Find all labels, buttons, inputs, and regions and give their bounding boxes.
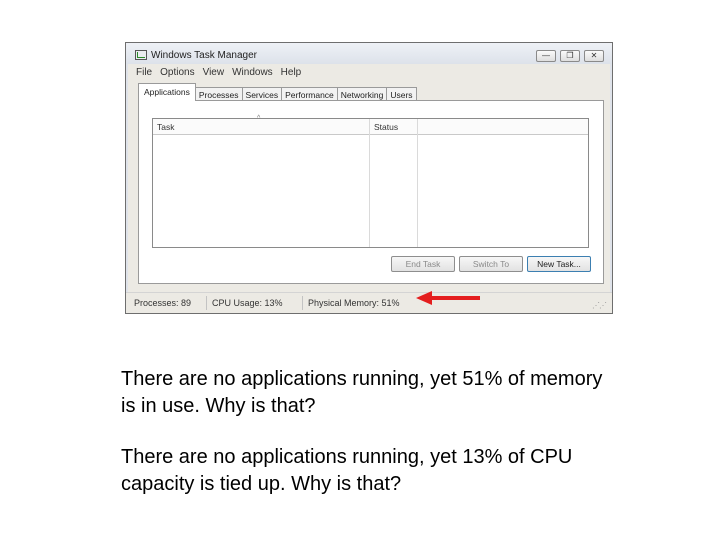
menu-help[interactable]: Help	[281, 67, 302, 81]
menu-file[interactable]: File	[136, 67, 152, 81]
status-processes: Processes: 89	[134, 298, 192, 308]
tab-applications[interactable]: Applications	[138, 83, 196, 101]
column-header-task[interactable]: Task	[157, 122, 174, 132]
tab-users[interactable]: Users	[386, 87, 417, 101]
task-manager-icon	[135, 50, 147, 60]
minimize-button[interactable]: —	[536, 50, 556, 62]
new-task-button[interactable]: New Task...	[527, 256, 591, 272]
title-bar[interactable]: Windows Task Manager — ❐ ✕	[126, 43, 612, 64]
close-button[interactable]: ✕	[584, 50, 604, 62]
caption-memory-question: There are no applications running, yet 5…	[121, 368, 603, 417]
status-divider	[302, 296, 303, 310]
task-list-header: ^ Task Status	[153, 115, 588, 135]
status-divider	[206, 296, 207, 310]
end-task-button[interactable]: End Task	[391, 256, 455, 272]
status-bar: Processes: 89 CPU Usage: 13% Physical Me…	[126, 292, 612, 313]
sort-arrow-icon: ^	[257, 115, 261, 122]
resize-grip-icon[interactable]: ⋰⋰	[592, 301, 607, 310]
red-arrow-icon	[416, 291, 480, 305]
tab-processes[interactable]: Processes	[194, 87, 243, 101]
column-divider	[417, 119, 418, 247]
menu-bar: File Options View Windows Help	[136, 67, 309, 81]
menu-windows[interactable]: Windows	[232, 67, 273, 81]
task-manager-window: Windows Task Manager — ❐ ✕ File Options …	[125, 42, 613, 314]
window-title: Windows Task Manager	[151, 50, 257, 61]
tab-networking[interactable]: Networking	[336, 87, 388, 101]
restore-button[interactable]: ❐	[560, 50, 580, 62]
column-header-status[interactable]: Status	[374, 122, 398, 132]
caption-cpu-question: There are no applications running, yet 1…	[121, 446, 573, 495]
applications-panel: ^ Task Status End Task Switch To New Tas…	[138, 100, 604, 284]
status-cpu-usage: CPU Usage: 13%	[212, 298, 283, 308]
tab-performance[interactable]: Performance	[281, 87, 338, 101]
status-physical-memory: Physical Memory: 51%	[308, 298, 400, 308]
tab-services[interactable]: Services	[241, 87, 283, 101]
switch-to-button[interactable]: Switch To	[459, 256, 523, 272]
menu-view[interactable]: View	[203, 67, 225, 81]
column-divider	[369, 119, 370, 247]
tab-strip: Applications Processes Services Performa…	[138, 83, 417, 101]
menu-options[interactable]: Options	[160, 67, 194, 81]
task-list[interactable]: ^ Task Status	[152, 115, 589, 248]
